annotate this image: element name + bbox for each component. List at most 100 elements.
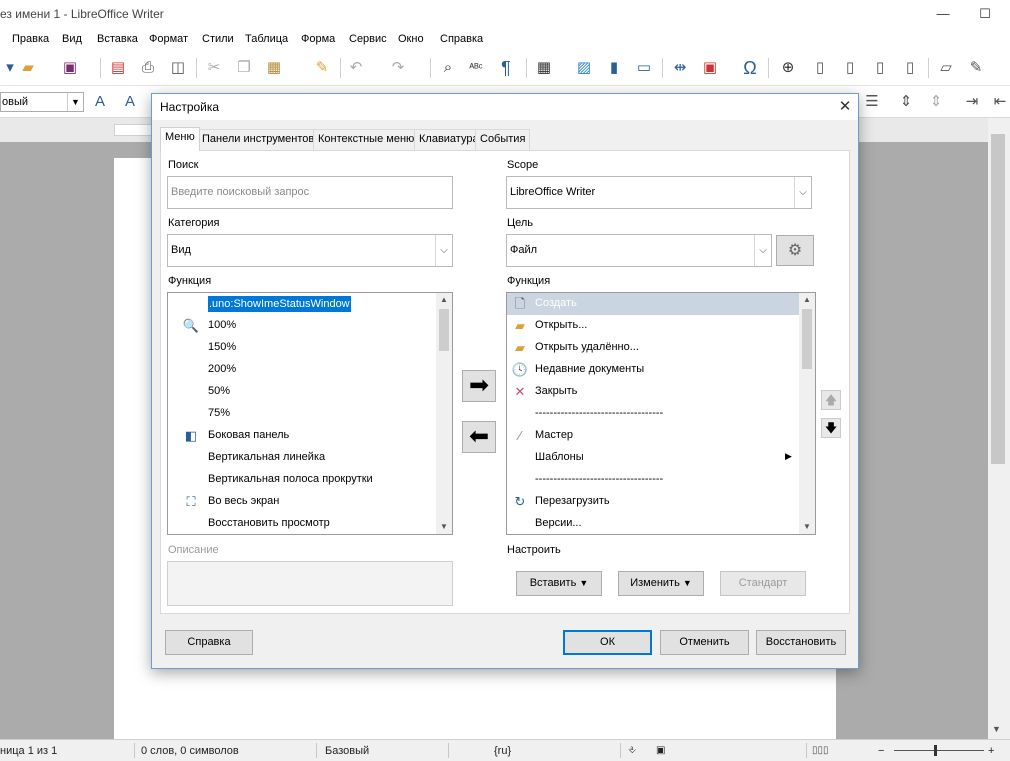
- special-character-icon[interactable]: Ω: [740, 58, 760, 78]
- word-count[interactable]: 0 слов, 0 символов: [141, 745, 239, 757]
- list-item[interactable]: Версии...: [507, 513, 815, 534]
- menu-help[interactable]: Справка: [440, 33, 483, 45]
- cross-reference-icon[interactable]: ▯: [900, 58, 920, 78]
- chevron-down-icon[interactable]: ▼: [67, 93, 83, 111]
- save-status-icon[interactable]: ▣: [656, 745, 665, 756]
- footnote-icon[interactable]: ▯: [810, 58, 830, 78]
- line-spacing-icon[interactable]: ⇕: [896, 92, 916, 112]
- track-changes-icon[interactable]: ✎: [966, 58, 986, 78]
- find-replace-icon[interactable]: ⌕: [438, 58, 458, 78]
- menu-window[interactable]: Окно: [398, 33, 424, 45]
- tab-context-menus[interactable]: Контекстные меню: [313, 129, 420, 150]
- list-item[interactable]: Шаблоны ▶: [507, 447, 815, 469]
- comment-icon[interactable]: ▱: [936, 58, 956, 78]
- menu-view[interactable]: Вид: [62, 33, 82, 45]
- list-item[interactable]: 🗋 Создать: [507, 293, 801, 315]
- move-up-icon[interactable]: 🡅: [821, 390, 841, 410]
- ok-button[interactable]: ОК: [563, 630, 652, 655]
- menu-form[interactable]: Форма: [301, 33, 335, 45]
- scroll-up-icon[interactable]: ▲: [799, 293, 815, 307]
- list-item[interactable]: ⁄ Мастер: [507, 425, 815, 447]
- chevron-down-icon[interactable]: ⌵: [435, 235, 452, 266]
- minimize-icon[interactable]: —: [930, 4, 956, 24]
- page-break-icon[interactable]: ⇹: [670, 58, 690, 78]
- clone-formatting-icon[interactable]: ✎: [312, 58, 332, 78]
- list-icon[interactable]: ☰: [862, 92, 882, 112]
- bookmark-icon[interactable]: ▯: [870, 58, 890, 78]
- list-item[interactable]: Вертикальная линейка: [168, 447, 452, 469]
- search-input[interactable]: Введите поисковый запрос: [167, 176, 453, 209]
- zoom-in-icon[interactable]: +: [988, 745, 994, 757]
- new-style-icon[interactable]: A: [120, 92, 140, 112]
- chevron-down-icon[interactable]: ⌵: [794, 177, 811, 208]
- list-item[interactable]: 75%: [168, 403, 452, 425]
- tab-toolbars[interactable]: Панели инструментов: [197, 129, 320, 150]
- cancel-button[interactable]: Отменить: [660, 630, 749, 655]
- scroll-up-icon[interactable]: ▲: [436, 293, 452, 307]
- list-item[interactable]: -----------------------------------: [507, 469, 815, 491]
- spacing-icon[interactable]: ⇕: [926, 92, 946, 112]
- scrollbar-thumb[interactable]: [439, 309, 449, 351]
- scope-select[interactable]: LibreOffice Writer ⌵: [506, 176, 812, 209]
- indent-decrease-icon[interactable]: ⇤: [990, 92, 1010, 112]
- page-style[interactable]: Базовый: [325, 745, 369, 757]
- new-dropdown-icon[interactable]: ▾: [0, 58, 20, 78]
- insert-field-icon[interactable]: ▣: [700, 58, 720, 78]
- menu-edit[interactable]: Правка: [12, 33, 49, 45]
- scroll-down-icon[interactable]: ▼: [799, 520, 815, 534]
- open-icon[interactable]: ▰: [18, 58, 38, 78]
- list-item[interactable]: 150%: [168, 337, 452, 359]
- spellcheck-icon[interactable]: ᴬᴮᶜ: [466, 58, 486, 78]
- list-item[interactable]: 🔍 100%: [168, 315, 452, 337]
- redo-icon[interactable]: ↷: [388, 58, 408, 78]
- list-item[interactable]: 200%: [168, 359, 452, 381]
- view-layout-icon[interactable]: ▯▯▯: [812, 745, 829, 756]
- scrollbar-thumb[interactable]: [802, 309, 812, 369]
- insert-table-icon[interactable]: ▦: [534, 58, 554, 78]
- copy-icon[interactable]: ❐: [234, 58, 254, 78]
- move-down-icon[interactable]: 🡇: [821, 418, 841, 438]
- export-pdf-icon[interactable]: ▤: [108, 58, 128, 78]
- menu-format[interactable]: Формат: [149, 33, 188, 45]
- hyperlink-icon[interactable]: ⊕: [778, 58, 798, 78]
- list-item[interactable]: ↻ Перезагрузить: [507, 491, 815, 513]
- list-item[interactable]: Вертикальная полоса прокрутки: [168, 469, 452, 491]
- list-item[interactable]: 🕓 Недавние документы: [507, 359, 815, 381]
- close-icon[interactable]: ✕: [834, 96, 856, 118]
- print-icon[interactable]: ⎙: [138, 58, 158, 78]
- undo-icon[interactable]: ↶: [346, 58, 366, 78]
- function-list[interactable]: .uno:ShowImeStatusWindow 🔍 100% 150% 200%…: [167, 292, 453, 535]
- list-item[interactable]: ▰ Открыть...: [507, 315, 815, 337]
- maximize-icon[interactable]: ☐: [972, 4, 998, 24]
- paste-icon[interactable]: ▦: [264, 58, 284, 78]
- insert-mode-icon[interactable]: ⎀: [628, 745, 636, 756]
- list-item[interactable]: Восстановить просмотр: [168, 513, 452, 534]
- remove-arrow-icon[interactable]: ⬅: [462, 421, 496, 453]
- list-item[interactable]: 50%: [168, 381, 452, 403]
- page-counter[interactable]: ница 1 из 1: [0, 745, 57, 757]
- scrollbar-thumb[interactable]: [991, 134, 1005, 464]
- scroll-down-icon[interactable]: ▼: [992, 724, 1001, 734]
- add-arrow-icon[interactable]: ➡: [462, 370, 496, 402]
- list-item[interactable]: ◧ Боковая панель: [168, 425, 452, 447]
- default-button[interactable]: Стандарт: [720, 571, 806, 596]
- zoom-slider-handle[interactable]: [934, 745, 937, 756]
- tab-menu[interactable]: Меню: [160, 127, 200, 151]
- menu-entries-list[interactable]: 🗋 Создать ▰ Открыть... ▰ Открыть удалённо..…: [506, 292, 816, 535]
- entries-list-scrollbar[interactable]: ▲ ▼: [799, 293, 815, 534]
- menu-styles[interactable]: Стили: [202, 33, 234, 45]
- tab-events[interactable]: События: [475, 129, 531, 150]
- endnote-icon[interactable]: ▯: [840, 58, 860, 78]
- list-item[interactable]: ⛶ Во весь экран: [168, 491, 452, 513]
- restore-button[interactable]: Восстановить: [756, 630, 846, 655]
- insert-chart-icon[interactable]: ▮: [604, 58, 624, 78]
- print-preview-icon[interactable]: ◫: [168, 58, 188, 78]
- gear-icon[interactable]: ⚙: [776, 235, 814, 266]
- menu-table[interactable]: Таблица: [245, 33, 288, 45]
- menu-insert[interactable]: Вставка: [97, 33, 138, 45]
- cut-icon[interactable]: ✂: [204, 58, 224, 78]
- insert-textbox-icon[interactable]: ▭: [634, 58, 654, 78]
- scroll-down-icon[interactable]: ▼: [436, 520, 452, 534]
- insert-image-icon[interactable]: ▨: [574, 58, 594, 78]
- zoom-slider[interactable]: [894, 750, 984, 751]
